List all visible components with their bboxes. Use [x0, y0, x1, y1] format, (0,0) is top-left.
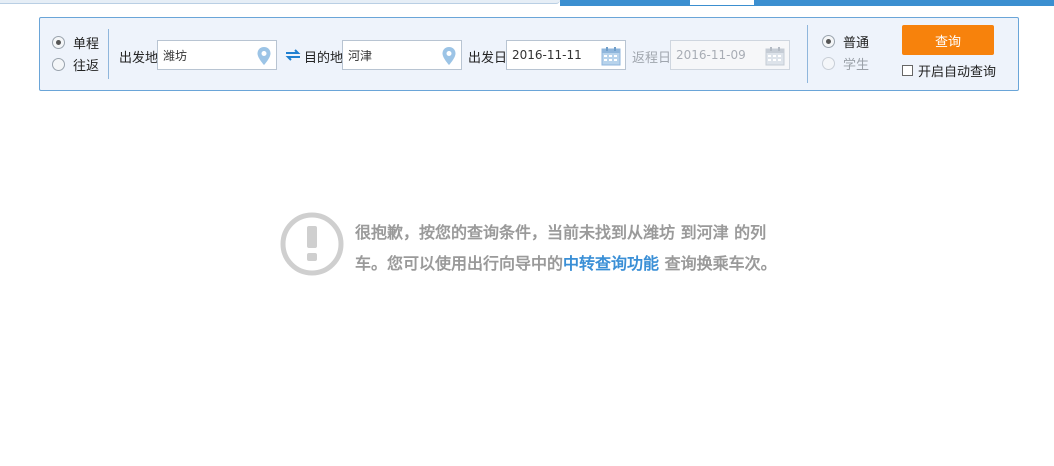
- location-pin-icon[interactable]: [441, 46, 457, 66]
- ticket-type-group: 普通 学生: [822, 30, 869, 74]
- to-label: 目的地: [304, 51, 344, 66]
- normal-ticket-radio[interactable]: [822, 34, 835, 48]
- calendar-icon[interactable]: [765, 46, 785, 66]
- trip-type-oneway[interactable]: 单程: [52, 31, 99, 53]
- student-ticket-radio[interactable]: [822, 56, 835, 70]
- return-date-value: 2016-11-09: [676, 48, 746, 62]
- return-date-input[interactable]: 2016-11-09: [670, 40, 790, 70]
- auto-query-checkbox[interactable]: [902, 65, 913, 76]
- divider: [807, 25, 808, 83]
- swap-stations-icon[interactable]: [285, 49, 301, 61]
- no-results-message: 很抱歉，按您的查询条件，当前未找到从潍坊 到河津 的列车。您可以使用出行向导中的…: [355, 217, 785, 279]
- ticket-type-normal[interactable]: 普通: [822, 30, 869, 52]
- from-station-value: 潍坊: [163, 48, 188, 63]
- return-date-label: 返程日: [632, 51, 672, 66]
- trip-type-group: 单程 往返: [52, 31, 99, 75]
- roundtrip-radio[interactable]: [52, 57, 65, 71]
- from-station-input[interactable]: 潍坊: [157, 40, 277, 70]
- divider: [108, 29, 109, 79]
- depart-date-label: 出发日: [468, 51, 508, 66]
- from-label: 出发地: [119, 51, 159, 66]
- ticket-type-student[interactable]: 学生: [822, 52, 869, 74]
- depart-date-value: 2016-11-11: [512, 48, 582, 62]
- auto-query-label: 开启自动查询: [918, 65, 997, 80]
- transfer-query-link[interactable]: 中转查询功能: [563, 254, 659, 273]
- student-ticket-label: 学生: [843, 57, 870, 73]
- top-nav-active-tab[interactable]: [690, 0, 754, 5]
- roundtrip-label: 往返: [73, 58, 100, 74]
- to-station-input[interactable]: 河津: [342, 40, 462, 70]
- depart-date-input[interactable]: 2016-11-11: [506, 40, 626, 70]
- to-station-value: 河津: [348, 48, 373, 63]
- auto-query-toggle[interactable]: 开启自动查询: [902, 61, 996, 80]
- exclamation-circle-icon: [280, 212, 344, 276]
- normal-ticket-label: 普通: [843, 35, 870, 51]
- top-nav-strip: [0, 0, 1054, 6]
- location-pin-icon[interactable]: [256, 46, 272, 66]
- train-search-bar: 单程 往返 出发地 潍坊 目的地 河津 出发日 2016-11-11 返程日 2…: [39, 17, 1019, 91]
- trip-type-roundtrip[interactable]: 往返: [52, 53, 99, 75]
- top-nav-right: [560, 0, 1054, 6]
- no-results-text-tail: 查询换乘车次。: [659, 254, 777, 273]
- top-nav-left: [0, 0, 560, 4]
- query-button[interactable]: 查询: [902, 25, 994, 55]
- oneway-radio[interactable]: [52, 35, 65, 49]
- calendar-icon[interactable]: [601, 46, 621, 66]
- oneway-label: 单程: [73, 36, 100, 52]
